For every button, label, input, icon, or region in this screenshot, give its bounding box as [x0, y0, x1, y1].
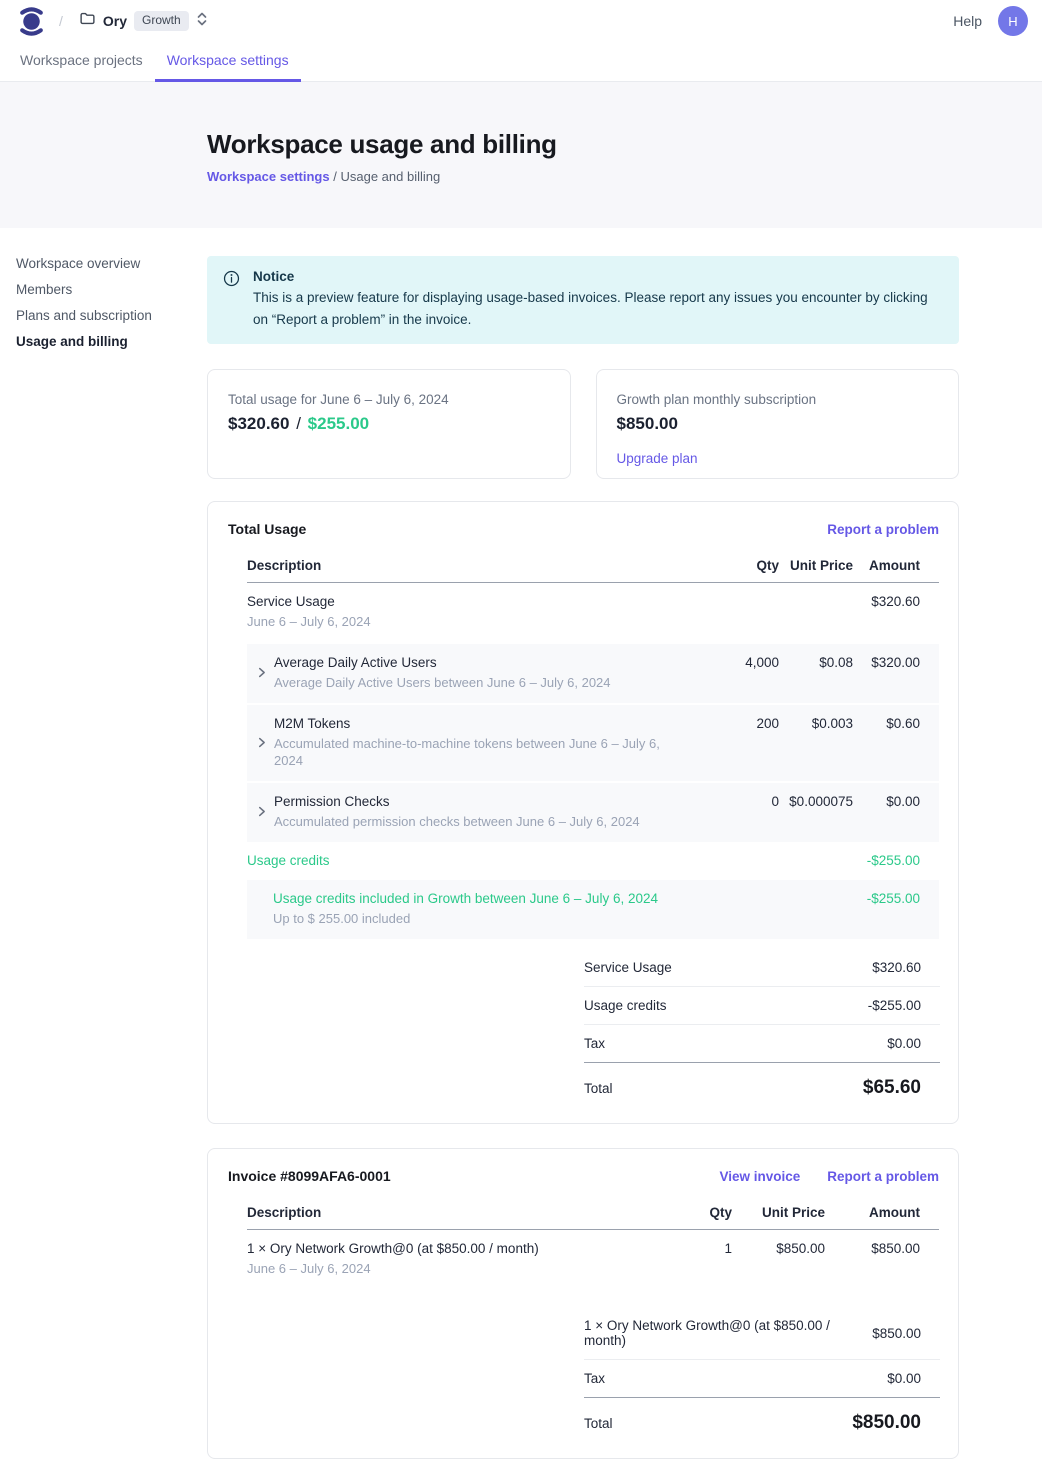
help-link[interactable]: Help — [953, 13, 982, 29]
ory-logo-icon[interactable] — [18, 5, 45, 38]
usage-summary: Service Usage $320.60 Usage credits -$25… — [584, 949, 940, 1109]
chevron-right-icon[interactable] — [256, 793, 274, 830]
usage-total-amount: $65.60 — [863, 1077, 940, 1099]
breadcrumb-current: Usage and billing — [340, 169, 440, 184]
folder-icon — [79, 10, 96, 32]
usage-panel-title: Total Usage — [228, 521, 306, 537]
info-icon — [223, 270, 240, 330]
preview-notice: Notice This is a preview feature for dis… — [207, 256, 959, 344]
usage-credit-detail-row: Usage credits included in Growth between… — [247, 880, 939, 939]
page-header: Workspace usage and billing Workspace se… — [0, 82, 1042, 228]
total-usage-card: Total usage for June 6 – July 6, 2024 $3… — [207, 369, 571, 479]
tab-workspace-settings[interactable]: Workspace settings — [155, 42, 301, 82]
invoice-title: Invoice #8099AFA6-0001 — [228, 1168, 391, 1184]
subscription-card-value: $850.00 — [617, 414, 939, 434]
sidebar-item-workspace-overview[interactable]: Workspace overview — [16, 257, 191, 270]
table-row-expandable[interactable]: M2M Tokens Accumulated machine-to-machin… — [247, 705, 939, 781]
upgrade-plan-link[interactable]: Upgrade plan — [617, 451, 939, 466]
usage-report-problem-link[interactable]: Report a problem — [827, 522, 939, 537]
breadcrumb-parent-link[interactable]: Workspace settings — [207, 169, 330, 184]
table-row: Service Usage June 6 – July 6, 2024 $320… — [247, 583, 939, 642]
workspace-name: Ory — [103, 13, 127, 29]
workspace-plan-badge: Growth — [134, 11, 189, 30]
sidebar-item-members[interactable]: Members — [16, 283, 191, 296]
total-usage-panel: Total Usage Report a problem Description… — [207, 501, 959, 1124]
subscription-card-label: Growth plan monthly subscription — [617, 392, 939, 407]
usage-table-header: Description Qty Unit Price Amount — [247, 551, 939, 583]
summary-row: Usage credits -$255.00 — [584, 987, 940, 1025]
invoice-total-amount: $850.00 — [852, 1412, 940, 1434]
invoice-line-row: 1 × Ory Network Growth@0 (at $850.00 / m… — [247, 1230, 939, 1289]
invoice-summary: 1 × Ory Network Growth@0 (at $850.00 / m… — [584, 1307, 940, 1444]
total-usage-card-value: $320.60 / $255.00 — [228, 414, 550, 434]
summary-row: Service Usage $320.60 — [584, 949, 940, 987]
invoice-report-problem-link[interactable]: Report a problem — [827, 1169, 939, 1184]
summary-row-tax: Tax $0.00 — [584, 1025, 940, 1063]
invoice-panel: Invoice #8099AFA6-0001 View invoice Repo… — [207, 1148, 959, 1459]
sidebar-item-plans-subscription[interactable]: Plans and subscription — [16, 309, 191, 322]
path-separator: / — [59, 13, 63, 29]
summary-row: 1 × Ory Network Growth@0 (at $850.00 / m… — [584, 1307, 940, 1360]
chevron-right-icon[interactable] — [256, 715, 274, 769]
workspace-switcher[interactable]: Ory Growth — [79, 10, 208, 32]
usage-credits-row: Usage credits -$255.00 — [247, 842, 939, 878]
user-avatar[interactable]: H — [998, 6, 1028, 36]
table-row-expandable[interactable]: Permission Checks Accumulated permission… — [247, 783, 939, 842]
view-invoice-link[interactable]: View invoice — [719, 1169, 800, 1184]
usage-amount: $320.60 — [228, 414, 289, 433]
top-bar: / Ory Growth Help H — [0, 0, 1042, 42]
table-row-expandable[interactable]: Average Daily Active Users Average Daily… — [247, 644, 939, 703]
subscription-card: Growth plan monthly subscription $850.00… — [596, 369, 960, 479]
notice-body: This is a preview feature for displaying… — [253, 287, 943, 330]
chevron-updown-icon[interactable] — [196, 11, 208, 32]
breadcrumb: Workspace settings / Usage and billing — [207, 169, 1042, 184]
usage-total-row: Total $65.60 — [584, 1063, 940, 1109]
summary-row-tax: Tax $0.00 — [584, 1360, 940, 1398]
page-title: Workspace usage and billing — [207, 129, 1042, 160]
included-credit-amount: $255.00 — [308, 414, 369, 433]
notice-title: Notice — [253, 269, 943, 284]
settings-sidebar: Workspace overview Members Plans and sub… — [16, 257, 191, 361]
invoice-table-header: Description Qty Unit Price Amount — [247, 1198, 939, 1230]
sidebar-item-usage-billing[interactable]: Usage and billing — [16, 335, 191, 348]
tab-workspace-projects[interactable]: Workspace projects — [8, 42, 155, 82]
workspace-tabbar: Workspace projects Workspace settings — [0, 42, 1042, 82]
invoice-total-row: Total $850.00 — [584, 1398, 940, 1444]
chevron-right-icon[interactable] — [256, 654, 274, 691]
total-usage-card-label: Total usage for June 6 – July 6, 2024 — [228, 392, 550, 407]
